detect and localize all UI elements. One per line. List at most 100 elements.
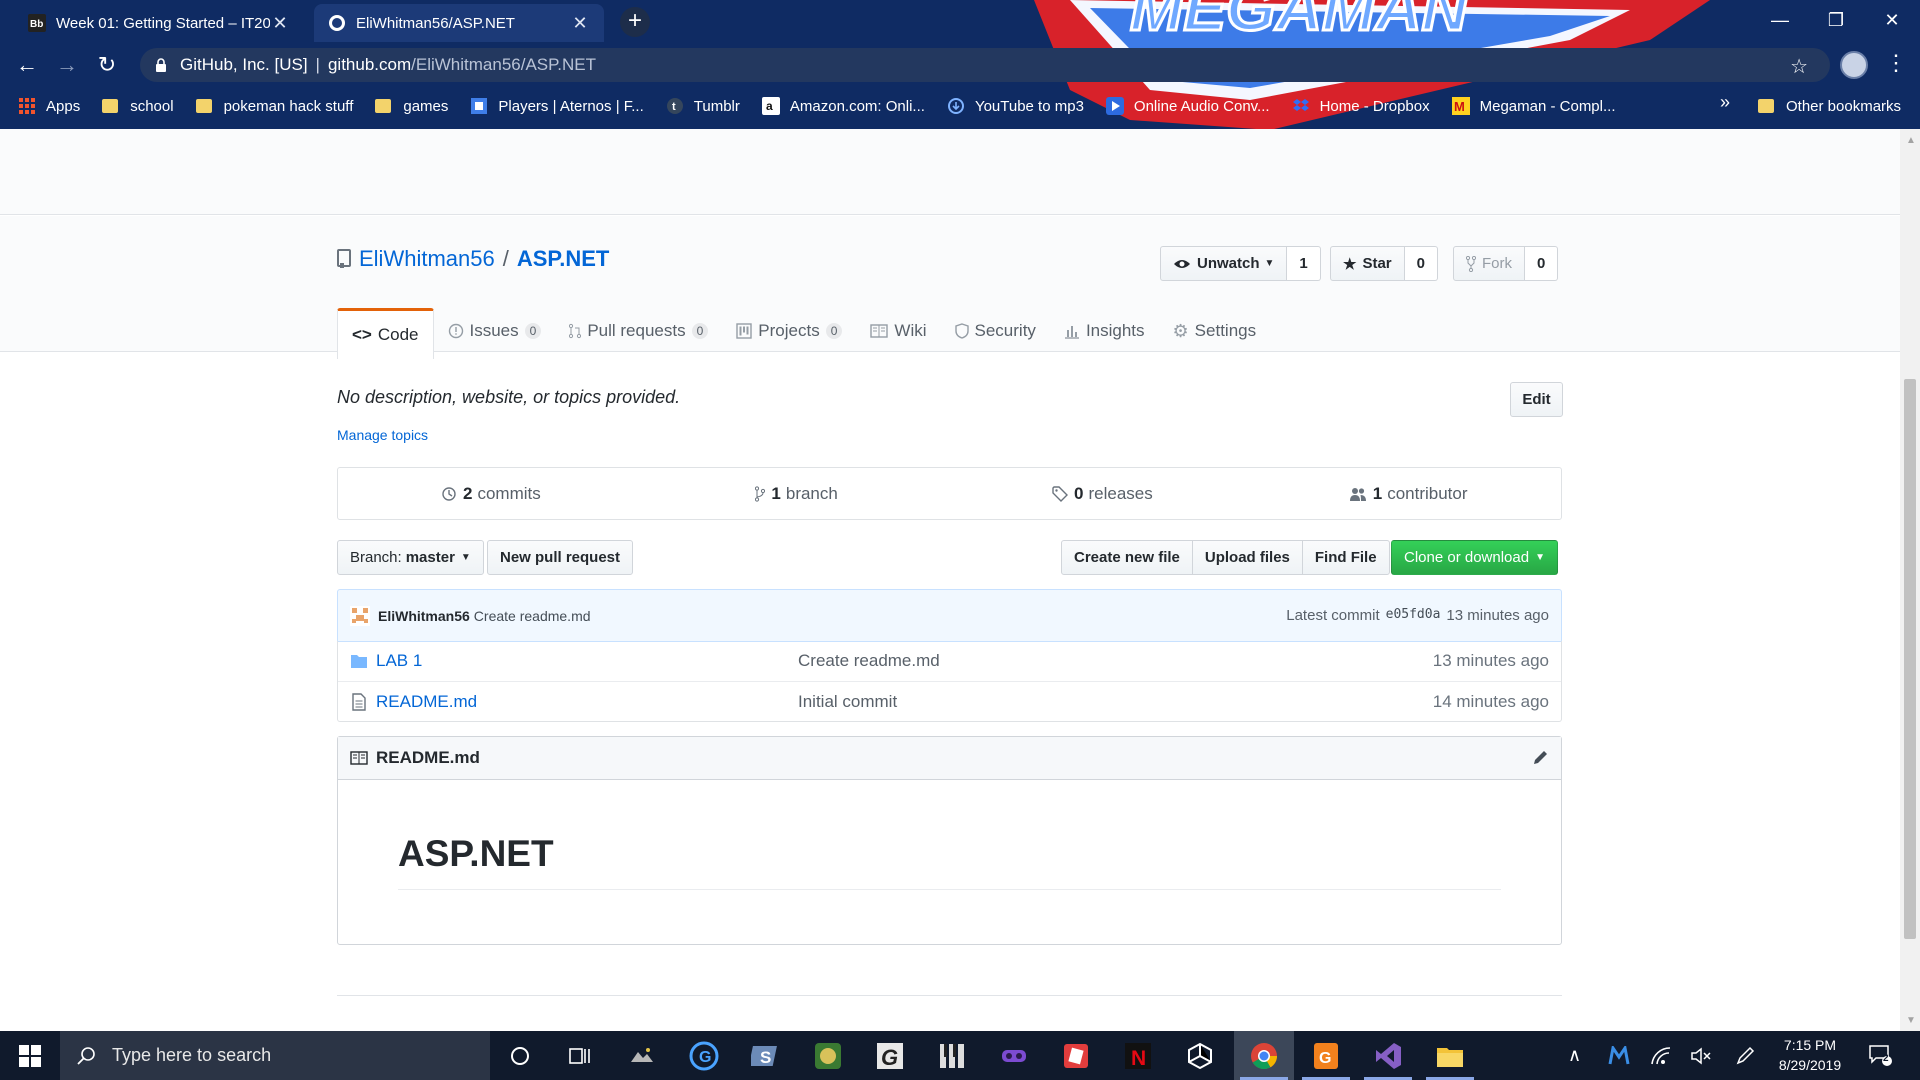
tag-icon xyxy=(1052,485,1068,502)
bookmark-label: school xyxy=(130,97,174,115)
scroll-up-icon[interactable]: ▲ xyxy=(1906,135,1916,146)
chrome-taskbar-icon[interactable] xyxy=(1234,1031,1294,1080)
audio-converter-icon xyxy=(1105,97,1124,115)
unity-icon[interactable] xyxy=(1170,1031,1230,1080)
netflix-icon[interactable]: N xyxy=(1108,1031,1168,1080)
file-actions-group: Create new file Upload files Find File xyxy=(1061,540,1390,575)
url-path: /EliWhitman56/ASP.NET xyxy=(411,55,597,74)
releases-link[interactable]: 0 releases xyxy=(950,468,1256,519)
address-bar[interactable]: GitHub, Inc. [US] | github.com/EliWhitma… xyxy=(140,48,1830,82)
branch-select-button[interactable]: Branch: master ▼ xyxy=(337,540,484,575)
forward-button[interactable]: → xyxy=(52,50,82,80)
new-pull-request-button[interactable]: New pull request xyxy=(487,540,634,575)
tab-close-icon[interactable]: ✕ xyxy=(570,13,590,34)
bookmark-games[interactable]: games xyxy=(375,97,448,115)
upload-files-button[interactable]: Upload files xyxy=(1191,540,1303,575)
github-page: EliWhitman56 / ASP.NET Unwatch ▼ 1 ★ Sta… xyxy=(0,129,1900,1031)
commit-age: 13 minutes ago xyxy=(1446,607,1549,624)
file-name-link[interactable]: README.md xyxy=(376,692,798,712)
network-icon[interactable] xyxy=(1650,1031,1672,1080)
bookmark-label: pokeman hack stuff xyxy=(223,97,354,115)
photos-app-icon[interactable] xyxy=(612,1031,672,1080)
bookmark-dropbox[interactable]: Home - Dropbox xyxy=(1292,97,1430,115)
commits-label: commits xyxy=(477,483,541,503)
bookmark-star-icon[interactable]: ☆ xyxy=(1790,54,1808,79)
piano-app-icon[interactable] xyxy=(922,1031,982,1080)
latest-commit-bar: EliWhitman56 Create readme.md Latest com… xyxy=(337,589,1562,642)
task-view-icon[interactable] xyxy=(550,1031,610,1080)
github-icon xyxy=(329,15,345,31)
red-app-icon[interactable] xyxy=(1046,1031,1106,1080)
pen-workspace-icon[interactable] xyxy=(1735,1031,1757,1080)
g-circle-app-icon[interactable]: G xyxy=(674,1031,734,1080)
taskbar-search-box[interactable]: Type here to search xyxy=(60,1031,490,1080)
svg-text:G: G xyxy=(699,1049,711,1066)
folder-icon xyxy=(351,655,367,668)
commits-link[interactable]: 2 commits xyxy=(338,468,644,519)
chrome-menu-icon[interactable]: ⋮ xyxy=(1885,50,1907,76)
bookmarks-bar: Apps school pokeman hack stuff games Pla… xyxy=(0,88,1920,124)
clone-or-download-button[interactable]: Clone or download ▼ xyxy=(1391,540,1558,575)
branches-link[interactable]: 1 branch xyxy=(644,468,950,519)
contributors-link[interactable]: 1 contributor xyxy=(1255,468,1561,519)
releases-count: 0 xyxy=(1074,483,1084,503)
edit-description-button[interactable]: Edit xyxy=(1510,382,1563,417)
notification-center-icon[interactable]: 2 xyxy=(1868,1043,1892,1067)
tab-blackboard[interactable]: Bb Week 01: Getting Started – IT203 ✕ xyxy=(14,4,304,42)
gimp-app-icon[interactable]: G xyxy=(860,1031,920,1080)
tab-github[interactable]: EliWhitman56/ASP.NET ✕ xyxy=(314,4,604,42)
create-new-file-button[interactable]: Create new file xyxy=(1061,540,1193,575)
bookmark-audio-converter[interactable]: Online Audio Conv... xyxy=(1105,97,1270,115)
bookmark-youtube-mp3[interactable]: YouTube to mp3 xyxy=(947,97,1084,115)
commit-message-link[interactable]: Create readme.md xyxy=(474,608,591,624)
readme-header: README.md xyxy=(338,737,1561,780)
cortana-icon[interactable] xyxy=(490,1031,550,1080)
scrollbar-thumb[interactable] xyxy=(1904,379,1916,939)
maximize-button[interactable]: ❐ xyxy=(1808,0,1864,40)
manage-topics-link[interactable]: Manage topics xyxy=(337,427,428,443)
bookmark-megaman[interactable]: M Megaman - Compl... xyxy=(1451,97,1616,115)
youtube-mp3-icon xyxy=(947,98,964,114)
tab-close-icon[interactable]: ✕ xyxy=(270,13,290,34)
bookmark-apps[interactable]: Apps xyxy=(18,97,80,115)
file-age: 13 minutes ago xyxy=(1432,651,1549,670)
volume-muted-icon[interactable] xyxy=(1690,1031,1712,1080)
malwarebytes-tray-icon[interactable] xyxy=(1608,1031,1630,1080)
bookmark-pokeman[interactable]: pokeman hack stuff xyxy=(195,97,354,115)
other-bookmarks[interactable]: Other bookmarks xyxy=(1758,88,1901,124)
blackboard-icon: Bb xyxy=(28,14,46,32)
folder-icon xyxy=(102,97,120,115)
page-scrollbar[interactable]: ▲ ▼ xyxy=(1900,129,1920,1031)
bookmark-amazon[interactable]: a Amazon.com: Onli... xyxy=(761,97,925,115)
taskbar-clock[interactable]: 7:15 PM 8/29/2019 xyxy=(1765,1035,1855,1075)
bookmark-tumblr[interactable]: t Tumblr xyxy=(666,97,740,115)
scroll-down-icon[interactable]: ▼ xyxy=(1906,1015,1916,1026)
close-window-button[interactable]: ✕ xyxy=(1864,0,1920,40)
file-explorer-icon[interactable] xyxy=(1420,1031,1480,1080)
back-button[interactable]: ← xyxy=(12,50,42,80)
minimize-button[interactable]: — xyxy=(1752,0,1808,40)
amazon-icon: a xyxy=(761,97,780,115)
reload-button[interactable]: ↻ xyxy=(92,50,122,80)
profile-avatar[interactable] xyxy=(1840,51,1868,79)
pencil-icon[interactable] xyxy=(1531,749,1549,767)
vr-app-icon[interactable] xyxy=(984,1031,1044,1080)
bookmark-aternos[interactable]: Players | Aternos | F... xyxy=(470,97,644,115)
bookmarks-overflow-button[interactable]: » xyxy=(1720,92,1730,113)
bookmark-school[interactable]: school xyxy=(102,97,174,115)
commit-sha-link[interactable]: e05fd0a xyxy=(1386,607,1441,624)
svg-text:G: G xyxy=(1319,1050,1331,1067)
s-app-icon[interactable]: S xyxy=(736,1031,796,1080)
game-app-icon[interactable] xyxy=(798,1031,858,1080)
file-name-link[interactable]: LAB 1 xyxy=(376,651,798,671)
show-hidden-icons-button[interactable]: ∧ xyxy=(1568,1031,1581,1080)
new-tab-button[interactable]: + xyxy=(620,7,650,37)
pdf-app-icon[interactable]: G xyxy=(1296,1031,1356,1080)
visual-studio-icon[interactable] xyxy=(1358,1031,1418,1080)
clone-label: Clone or download xyxy=(1404,549,1530,566)
start-button[interactable] xyxy=(0,1031,60,1080)
file-commit-message-link[interactable]: Initial commit xyxy=(798,692,1433,712)
file-commit-message-link[interactable]: Create readme.md xyxy=(798,651,1433,671)
find-file-button[interactable]: Find File xyxy=(1301,540,1390,575)
commit-author-link[interactable]: EliWhitman56 xyxy=(378,608,470,624)
